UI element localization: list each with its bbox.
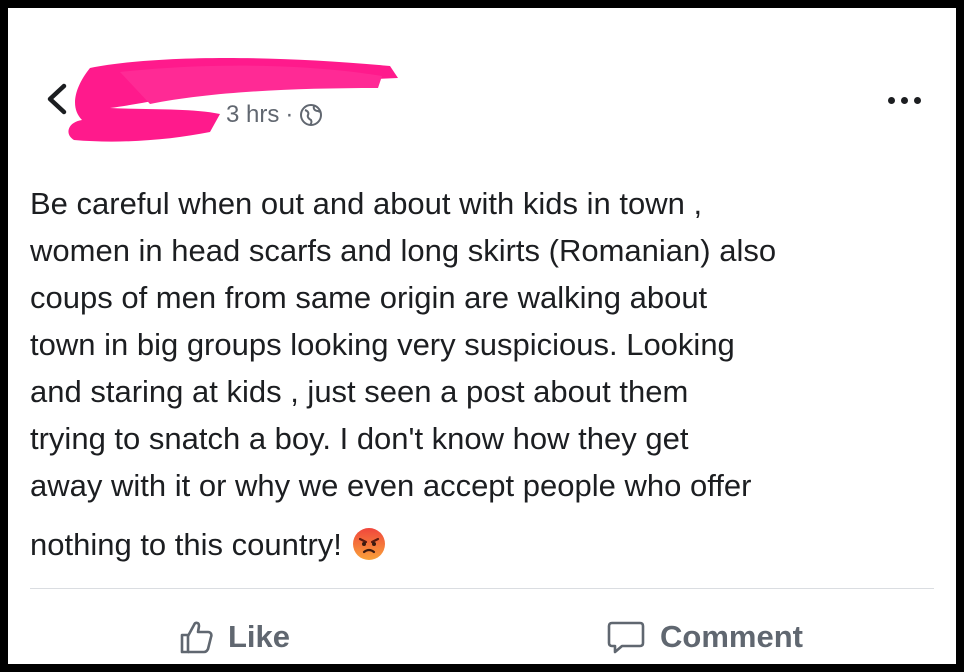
thumbs-up-icon (180, 621, 213, 654)
post-line: and staring at kids , just seen a post a… (30, 374, 689, 409)
post-line: Be careful when out and about with kids … (30, 186, 703, 221)
post-timestamp[interactable]: 3 hrs (226, 101, 279, 129)
like-label: Like (228, 619, 291, 654)
post-line: trying to snatch a boy. I don't know how… (30, 421, 689, 456)
more-options-icon[interactable] (888, 92, 924, 108)
post-line: away with it or why we even accept peopl… (30, 468, 752, 503)
post-line: nothing to this country! (30, 527, 342, 562)
like-button[interactable]: Like (178, 612, 290, 662)
post-line-last: nothing to this country! (30, 521, 940, 568)
comment-bubble-icon (607, 621, 645, 654)
more-dot (901, 96, 908, 104)
redacted-author-name (68, 57, 399, 142)
comment-button[interactable]: Comment (606, 612, 803, 662)
post-line: women in head scarfs and long skirts (Ro… (30, 233, 777, 268)
comment-label: Comment (660, 619, 803, 654)
post-line: town in big groups looking very suspicio… (30, 327, 735, 362)
post-body: Be careful when out and about with kids … (30, 180, 940, 568)
more-dot (914, 96, 921, 104)
post-meta: 3 hrs · (226, 100, 323, 130)
more-dot (888, 96, 895, 104)
meta-separator: · (285, 101, 294, 128)
post-line: coups of men from same origin are walkin… (30, 280, 708, 315)
globe-icon (300, 104, 323, 126)
post-card: 3 hrs · Be careful when out and about wi… (8, 8, 956, 664)
angry-face-icon (352, 528, 385, 560)
post-actions: Like Comment (8, 612, 956, 662)
action-divider (30, 588, 934, 589)
